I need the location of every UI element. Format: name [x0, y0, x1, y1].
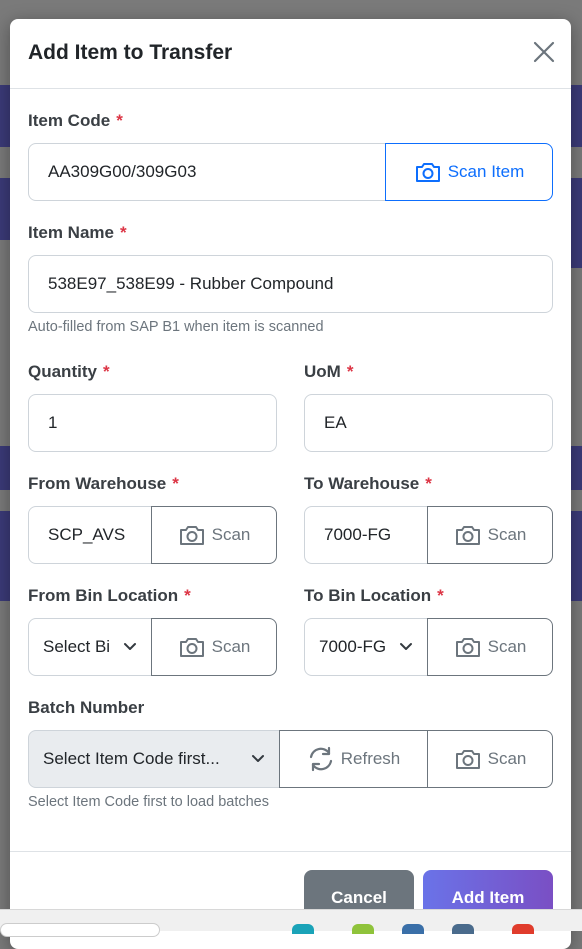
- from-warehouse-input[interactable]: SCP_AVS: [28, 506, 152, 564]
- camera-icon: [179, 638, 204, 657]
- to-warehouse-value: 7000-FG: [324, 525, 392, 544]
- batch-select[interactable]: Select Item Code first...: [28, 730, 280, 788]
- scan-label: Scan: [487, 749, 527, 768]
- item-code-input[interactable]: AA309G00/309G03: [28, 143, 386, 201]
- camera-icon: [179, 526, 204, 545]
- scan-item-button[interactable]: Scan Item: [385, 143, 553, 201]
- from-warehouse-label: From Warehouse *: [28, 474, 179, 494]
- item-code-value: AA309G00/309G03: [48, 162, 197, 181]
- batch-scan-button[interactable]: Scan: [427, 730, 553, 788]
- from-bin-label-text: From Bin Location: [28, 586, 179, 605]
- modal-header: Add Item to Transfer: [10, 19, 571, 89]
- taskbar-app-icon[interactable]: [452, 924, 474, 934]
- scan-label: Scan: [487, 525, 527, 544]
- to-warehouse-input[interactable]: 7000-FG: [304, 506, 428, 564]
- required-mark: *: [116, 111, 123, 130]
- from-bin-label: From Bin Location *: [28, 586, 191, 606]
- camera-icon: [455, 638, 480, 657]
- refresh-label: Refresh: [340, 749, 401, 768]
- uom-label: UoM *: [304, 362, 353, 382]
- camera-icon: [415, 163, 440, 182]
- scan-label: Scan: [211, 637, 251, 656]
- quantity-value: 1: [48, 413, 58, 432]
- backdrop-panel: [571, 511, 582, 601]
- to-warehouse-label-text: To Warehouse: [304, 474, 420, 493]
- item-name-value: 538E97_538E99 - Rubber Compound: [48, 274, 334, 293]
- to-bin-selected: 7000-FG: [319, 637, 387, 656]
- backdrop-panel: [0, 511, 10, 601]
- required-mark: *: [437, 586, 444, 605]
- item-name-label: Item Name *: [28, 223, 127, 243]
- quantity-input[interactable]: 1: [28, 394, 277, 452]
- item-name-input[interactable]: 538E97_538E99 - Rubber Compound: [28, 255, 553, 313]
- backdrop-panel: [571, 178, 582, 268]
- chevron-down-icon: [124, 643, 136, 650]
- add-item-modal: Add Item to Transfer Item Code * AA309G00…: [10, 19, 571, 949]
- close-icon[interactable]: [533, 41, 555, 63]
- from-warehouse-value: SCP_AVS: [48, 525, 126, 544]
- chevron-down-icon: [400, 643, 412, 650]
- from-warehouse-scan-button[interactable]: Scan: [151, 506, 277, 564]
- backdrop-panel: [0, 178, 10, 240]
- backdrop-panel: [571, 446, 582, 490]
- taskbar-app-icon[interactable]: [352, 924, 374, 934]
- uom-value: EA: [324, 413, 347, 432]
- to-bin-select[interactable]: 7000-FG: [304, 618, 428, 676]
- required-mark: *: [425, 474, 432, 493]
- required-mark: *: [346, 362, 354, 381]
- required-mark: *: [102, 362, 110, 381]
- uom-input[interactable]: EA: [304, 394, 553, 452]
- uom-label-text: UoM: [304, 362, 341, 381]
- item-code-label-text: Item Code: [28, 111, 111, 130]
- required-mark: *: [119, 223, 127, 242]
- os-taskbar: [0, 909, 582, 937]
- modal-footer-divider: [10, 851, 571, 852]
- camera-icon: [455, 750, 480, 769]
- to-warehouse-scan-button[interactable]: Scan: [427, 506, 553, 564]
- from-warehouse-label-text: From Warehouse: [28, 474, 167, 493]
- taskbar-app-icon[interactable]: [512, 924, 534, 934]
- to-bin-scan-button[interactable]: Scan: [427, 618, 553, 676]
- backdrop-panel: [0, 85, 10, 147]
- item-name-help: Auto-filled from SAP B1 when item is sca…: [28, 319, 324, 335]
- quantity-label-text: Quantity: [28, 362, 97, 381]
- required-mark: *: [184, 586, 191, 605]
- quantity-label: Quantity *: [28, 362, 110, 382]
- scan-item-label: Scan Item: [447, 162, 525, 181]
- scan-label: Scan: [487, 637, 527, 656]
- backdrop-panel: [0, 446, 10, 490]
- camera-icon: [455, 526, 480, 545]
- to-bin-label: To Bin Location *: [304, 586, 444, 606]
- batch-help: Select Item Code first to load batches: [28, 794, 269, 810]
- refresh-batches-button[interactable]: Refresh: [279, 730, 428, 788]
- to-warehouse-label: To Warehouse *: [304, 474, 432, 494]
- taskbar-search-box[interactable]: [0, 923, 160, 937]
- item-name-label-text: Item Name: [28, 223, 114, 242]
- item-code-label: Item Code *: [28, 111, 123, 131]
- scan-label: Scan: [211, 525, 251, 544]
- taskbar-app-icon[interactable]: [292, 924, 314, 934]
- modal-title: Add Item to Transfer: [28, 41, 233, 64]
- from-bin-scan-button[interactable]: Scan: [151, 618, 277, 676]
- refresh-icon: [309, 746, 332, 772]
- from-bin-selected: Select Bi: [43, 637, 111, 656]
- to-bin-label-text: To Bin Location: [304, 586, 432, 605]
- from-bin-select[interactable]: Select Bi: [28, 618, 152, 676]
- taskbar-app-icon[interactable]: [402, 924, 424, 934]
- required-mark: *: [172, 474, 179, 493]
- batch-selected: Select Item Code first...: [43, 749, 220, 768]
- batch-number-label: Batch Number: [28, 698, 145, 717]
- chevron-down-icon: [252, 755, 264, 762]
- backdrop-panel: [571, 85, 582, 147]
